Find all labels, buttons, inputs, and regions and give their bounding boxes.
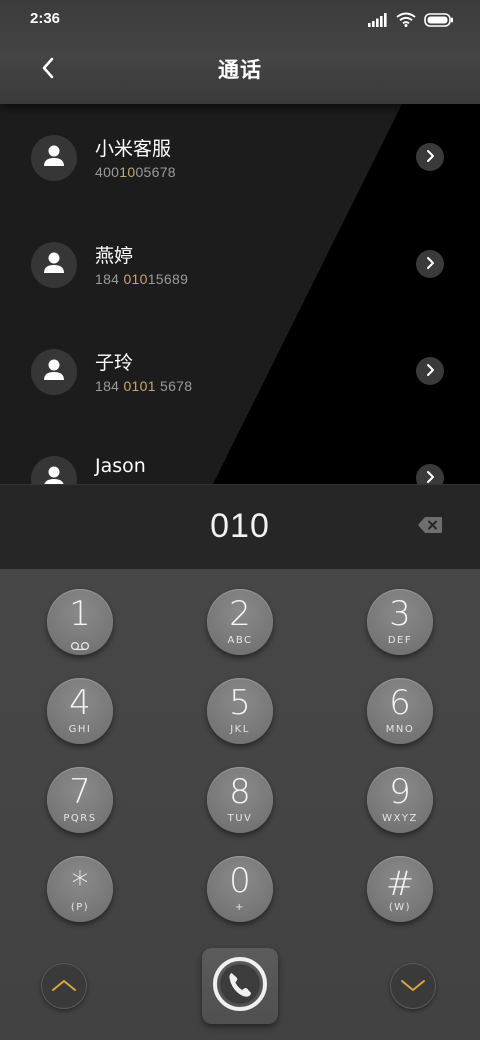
key-1[interactable]: 1 xyxy=(47,589,113,655)
key-8[interactable]: 8 TUV xyxy=(207,767,273,833)
key-digit: 4 xyxy=(69,683,91,723)
person-icon xyxy=(43,251,65,279)
contact-detail-button[interactable] xyxy=(416,143,444,171)
title-bar: 通话 xyxy=(0,44,480,96)
key-letters: ABC xyxy=(227,635,253,646)
number-match: 10 xyxy=(119,164,136,180)
key-2[interactable]: 2 ABC xyxy=(207,589,273,655)
key-digit: 2 xyxy=(229,594,251,634)
key-letters: DEF xyxy=(387,635,413,646)
collapse-keypad-button[interactable] xyxy=(41,963,87,1009)
key-letters: (W) xyxy=(388,902,412,913)
backspace-icon xyxy=(417,516,443,538)
key-letters: TUV xyxy=(227,813,253,824)
key-digit: 8 xyxy=(229,772,251,812)
status-icons xyxy=(368,12,454,31)
key-letters: (P) xyxy=(70,902,90,913)
contact-number: 4001005678 xyxy=(95,164,176,180)
contact-number: 184 0101 5678 xyxy=(95,378,192,394)
avatar xyxy=(31,349,77,395)
key-letters: MNO xyxy=(385,724,415,735)
chevron-up-icon xyxy=(51,977,77,996)
key-digit: # xyxy=(385,864,415,904)
key-digit: 9 xyxy=(389,772,411,812)
key-letters: GHI xyxy=(68,724,92,735)
key-digit: 6 xyxy=(389,683,411,723)
key-hash[interactable]: # (W) xyxy=(367,856,433,922)
avatar xyxy=(31,242,77,288)
contact-number: 184 01015689 xyxy=(95,271,188,287)
key-3[interactable]: 3 DEF xyxy=(367,589,433,655)
contact-name: 子玲 xyxy=(95,352,134,374)
wifi-icon xyxy=(396,12,416,31)
number-prefix: 400 xyxy=(95,164,120,180)
key-digit: 0 xyxy=(229,861,251,901)
number-prefix: 184 xyxy=(95,271,124,287)
dialed-number: 010 xyxy=(210,507,270,545)
number-prefix: 184 xyxy=(95,378,124,394)
avatar xyxy=(31,135,77,181)
contact-detail-button[interactable] xyxy=(416,250,444,278)
key-letters: WXYZ xyxy=(382,813,418,824)
contact-name: 小米客服 xyxy=(95,138,172,160)
contact-detail-button[interactable] xyxy=(416,357,444,385)
number-suffix: 15689 xyxy=(147,271,189,287)
voicemail-icon xyxy=(47,636,113,655)
chevron-down-icon xyxy=(400,977,426,996)
contact-item[interactable]: 子玲 184 0101 5678 xyxy=(0,318,480,425)
contact-detail-button[interactable] xyxy=(416,464,444,484)
contact-item[interactable]: 小米客服 4001005678 xyxy=(0,104,480,211)
call-button[interactable] xyxy=(202,948,278,1024)
key-digit: 1 xyxy=(69,594,91,634)
chevron-right-icon xyxy=(425,362,435,381)
contact-item[interactable]: 燕婷 184 01015689 xyxy=(0,211,480,318)
key-4[interactable]: 4 GHI xyxy=(47,678,113,744)
avatar xyxy=(31,456,77,484)
status-bar: 2:36 xyxy=(0,0,480,44)
backspace-button[interactable] xyxy=(414,515,446,539)
contact-list[interactable]: 小米客服 4001005678 燕婷 184 01015689 子玲 184 0… xyxy=(0,104,480,484)
page-title: 通话 xyxy=(218,58,262,82)
app-header: 2:36 通话 xyxy=(0,0,480,104)
chevron-right-icon xyxy=(425,469,435,485)
person-icon xyxy=(43,358,65,386)
number-suffix: 5678 xyxy=(155,378,193,394)
key-letters: JKL xyxy=(230,724,250,735)
key-7[interactable]: 7 PQRS xyxy=(47,767,113,833)
key-letters: PQRS xyxy=(63,813,97,824)
key-0[interactable]: 0 + xyxy=(207,856,273,922)
key-5[interactable]: 5 JKL xyxy=(207,678,273,744)
contact-name: Jason xyxy=(95,455,146,477)
person-icon xyxy=(43,465,65,484)
key-digit: * xyxy=(71,864,89,904)
contact-item[interactable]: Jason xyxy=(0,425,480,484)
number-match: 0101 xyxy=(123,378,156,394)
person-icon xyxy=(43,144,65,172)
chevron-right-icon xyxy=(425,148,435,167)
signal-icon xyxy=(368,12,388,31)
dial-keypad: 1 2 ABC 3 DEF 4 GHI 5 JKL 6 MNO 7 PQRS 8… xyxy=(0,569,480,1040)
number-suffix: 05678 xyxy=(135,164,176,180)
contact-name: 燕婷 xyxy=(95,245,134,267)
key-letters: + xyxy=(235,902,245,913)
number-match: 010 xyxy=(123,271,148,287)
status-time: 2:36 xyxy=(30,10,61,27)
battery-icon xyxy=(424,12,454,31)
chevron-right-icon xyxy=(425,255,435,274)
phone-icon xyxy=(212,956,268,1016)
expand-button[interactable] xyxy=(390,963,436,1009)
key-6[interactable]: 6 MNO xyxy=(367,678,433,744)
key-digit: 5 xyxy=(229,683,251,723)
dial-display: 010 xyxy=(0,484,480,570)
key-9[interactable]: 9 WXYZ xyxy=(367,767,433,833)
key-digit: 3 xyxy=(389,594,411,634)
key-digit: 7 xyxy=(69,772,91,812)
key-star[interactable]: * (P) xyxy=(47,856,113,922)
